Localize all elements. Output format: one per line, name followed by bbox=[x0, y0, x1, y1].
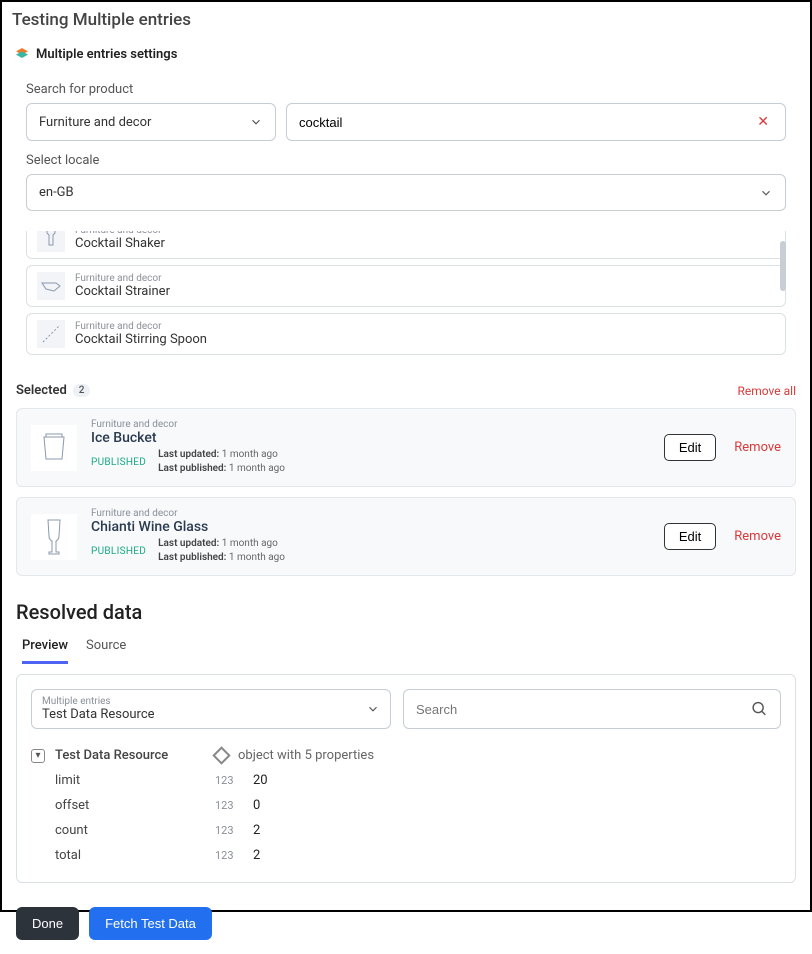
remove-all-link[interactable]: Remove all bbox=[738, 384, 796, 398]
result-category: Furniture and decor bbox=[75, 321, 207, 332]
result-thumbnail bbox=[37, 272, 65, 300]
settings-title: Multiple entries settings bbox=[36, 47, 177, 62]
resource-select[interactable]: Multiple entries Test Data Resource bbox=[31, 689, 391, 729]
locale-select-value: en-GB bbox=[39, 185, 74, 200]
search-result-item[interactable]: Furniture and decor Cocktail Stirring Sp… bbox=[26, 313, 786, 355]
tab-preview[interactable]: Preview bbox=[22, 638, 68, 664]
tab-source[interactable]: Source bbox=[86, 638, 126, 664]
result-thumbnail bbox=[37, 320, 65, 348]
tree-row[interactable]: total 123 2 bbox=[31, 843, 781, 868]
search-result-item[interactable]: Furniture and decor Cocktail Strainer bbox=[26, 265, 786, 307]
selected-name: Ice Bucket bbox=[91, 430, 650, 446]
tree-row[interactable]: offset 123 0 bbox=[31, 793, 781, 818]
resolved-search-input[interactable] bbox=[416, 702, 751, 717]
selected-thumbnail bbox=[31, 514, 77, 560]
selected-category: Furniture and decor bbox=[91, 508, 650, 519]
category-select-value: Furniture and decor bbox=[39, 115, 151, 130]
clear-search-icon[interactable]: ✕ bbox=[753, 114, 773, 130]
chevron-down-icon bbox=[366, 702, 380, 716]
search-label: Search for product bbox=[26, 82, 786, 97]
resource-select-label: Multiple entries bbox=[42, 696, 155, 707]
selected-category: Furniture and decor bbox=[91, 419, 650, 430]
collapse-icon[interactable]: ▾ bbox=[31, 749, 45, 763]
tree-root-name: Test Data Resource bbox=[55, 748, 205, 763]
object-icon bbox=[212, 746, 230, 764]
selected-item: Furniture and decor Chianti Wine Glass P… bbox=[16, 497, 796, 576]
tree-view: ▾ Test Data Resource object with 5 prope… bbox=[31, 743, 781, 868]
window-title: Testing Multiple entries bbox=[2, 2, 810, 38]
locale-select[interactable]: en-GB bbox=[26, 174, 786, 211]
remove-link[interactable]: Remove bbox=[734, 440, 781, 455]
resource-select-value: Test Data Resource bbox=[42, 707, 155, 722]
result-category: Furniture and decor bbox=[75, 273, 170, 284]
search-results-list[interactable]: Furniture and decor Cocktail Shaker Furn… bbox=[26, 231, 786, 361]
search-result-item[interactable]: Furniture and decor Cocktail Shaker bbox=[26, 231, 786, 259]
edit-button[interactable]: Edit bbox=[664, 523, 716, 550]
scrollbar[interactable] bbox=[780, 241, 786, 291]
edit-button[interactable]: Edit bbox=[664, 434, 716, 461]
selected-item: Furniture and decor Ice Bucket PUBLISHED… bbox=[16, 408, 796, 487]
resolved-search-wrapper[interactable] bbox=[403, 689, 781, 729]
stack-icon bbox=[14, 46, 30, 62]
selected-count-badge: 2 bbox=[73, 384, 91, 397]
result-name: Cocktail Shaker bbox=[75, 236, 165, 251]
locale-label: Select locale bbox=[26, 153, 786, 168]
resolved-data-title: Resolved data bbox=[2, 586, 810, 628]
settings-header: Multiple entries settings bbox=[2, 38, 810, 70]
tree-root-desc: object with 5 properties bbox=[238, 748, 374, 763]
remove-link[interactable]: Remove bbox=[734, 529, 781, 544]
category-select[interactable]: Furniture and decor bbox=[26, 103, 276, 141]
selected-thumbnail bbox=[31, 425, 77, 471]
product-search-input[interactable] bbox=[299, 115, 753, 130]
search-icon bbox=[751, 700, 768, 718]
status-published: PUBLISHED bbox=[91, 546, 146, 557]
result-name: Cocktail Strainer bbox=[75, 284, 170, 299]
chevron-down-icon bbox=[759, 186, 773, 200]
chevron-down-icon bbox=[249, 115, 263, 129]
tree-row[interactable]: count 123 2 bbox=[31, 818, 781, 843]
result-name: Cocktail Stirring Spoon bbox=[75, 332, 207, 347]
selected-title: Selected 2 bbox=[16, 383, 90, 398]
selected-name: Chianti Wine Glass bbox=[91, 519, 650, 535]
result-thumbnail bbox=[37, 231, 65, 252]
tree-row[interactable]: limit 123 20 bbox=[31, 768, 781, 793]
status-published: PUBLISHED bbox=[91, 457, 146, 468]
product-search-input-wrapper[interactable]: ✕ bbox=[286, 103, 786, 141]
